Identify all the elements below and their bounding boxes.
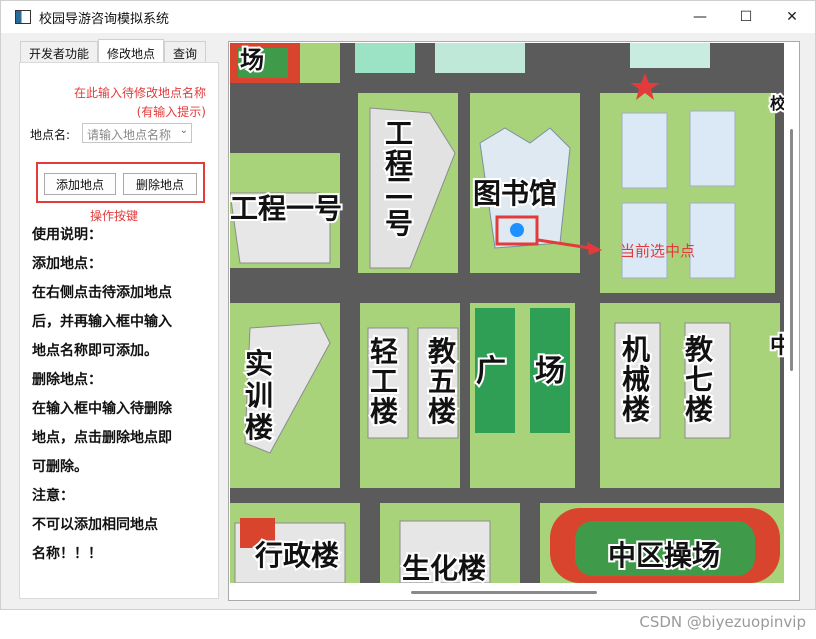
help-line: 在输入框中输入待删除 [32, 401, 172, 417]
watermark: CSDN @biyezuopinvip [639, 613, 806, 631]
map-label-library: 图书馆 [473, 177, 557, 210]
modify-place-panel: 在此输入待修改地点名称 (有输入提示) 地点名: 请输入地点名称 ⌄ 添加地点 … [19, 62, 219, 599]
map-label-mech-1: 机 [622, 333, 650, 366]
map-label-square-2: 场 [535, 354, 565, 389]
map-label-training-3: 楼 [245, 411, 273, 444]
app-window: 校园导游咨询模拟系统 — ☐ ✕ 开发者功能 修改地点 查询 在此输入待修改地点… [0, 0, 816, 610]
window-title: 校园导游咨询模拟系统 [39, 11, 170, 27]
map-label-admin: 行政楼 [254, 539, 339, 572]
map-label-engineering2-3: 二 [385, 172, 413, 205]
help-line: 地点名称即可添加。 [32, 343, 158, 359]
usage-instructions: 使用说明： 添加地点： 在右侧点击待添加地点 后，并再输入框中输入 地点名称即可… [32, 221, 212, 569]
map-label-teach5-2: 五 [428, 365, 456, 398]
horizontal-scroll-thumb[interactable] [411, 591, 597, 594]
input-hint-annotation: 在此输入待修改地点名称 (有输入提示) [73, 86, 206, 119]
campus-map-view[interactable]: 场 工程一号 工 程 二 号 图书馆 实 训 楼 轻 工 楼 教 五 楼 广 场… [228, 41, 800, 601]
vertical-scroll-thumb[interactable] [790, 129, 793, 371]
map-label-teach7-3: 楼 [685, 393, 713, 426]
minimize-button[interactable]: — [677, 1, 723, 33]
title-bar[interactable]: 校园导游咨询模拟系统 — ☐ ✕ [1, 1, 815, 33]
selected-point-marker [510, 223, 524, 237]
map-label-engineering2-1: 工 [385, 117, 413, 150]
help-line: 删除地点： [32, 372, 102, 388]
tab-query[interactable]: 查询 [164, 41, 207, 63]
help-line: 添加地点： [32, 256, 102, 272]
add-place-button[interactable]: 添加地点 [44, 173, 116, 195]
campus-map[interactable]: 场 工程一号 工 程 二 号 图书馆 实 训 楼 轻 工 楼 教 五 楼 广 场… [230, 43, 784, 583]
help-line: 在右侧点击待添加地点 [32, 285, 172, 301]
help-line: 不可以添加相同地点 [32, 517, 158, 533]
vertical-scrollbar[interactable] [784, 43, 798, 583]
help-line: 后，并再输入框中输入 [32, 314, 172, 330]
app-icon [15, 10, 31, 24]
map-label-light-1: 轻 [370, 335, 398, 368]
buttons-highlight-box: 添加地点 删除地点 [36, 162, 205, 203]
map-label-teach5-1: 教 [428, 335, 456, 368]
map-label-field: 场 [240, 46, 264, 74]
map-label-training-2: 训 [245, 379, 273, 412]
map-label-teach5-3: 楼 [428, 395, 456, 428]
map-label-edge2: 中 [770, 334, 784, 359]
help-line: 注意： [32, 488, 74, 504]
tab-bar: 开发者功能 修改地点 查询 [20, 39, 207, 63]
close-button[interactable]: ✕ [769, 1, 815, 33]
map-label-training-1: 实 [245, 347, 273, 380]
map-label-teach7-2: 七 [685, 363, 713, 396]
map-label-square-1: 广 [476, 354, 506, 389]
delete-place-button[interactable]: 删除地点 [123, 173, 197, 195]
place-name-placeholder: 请输入地点名称 [87, 128, 172, 142]
map-label-middle-field: 中区操场 [608, 539, 720, 572]
help-line: 可删除。 [32, 459, 88, 475]
map-label-mech-3: 楼 [622, 393, 650, 426]
help-line: 名称！！！ [32, 546, 102, 562]
help-line: 地点，点击删除地点即 [32, 430, 172, 446]
map-label-engineering1: 工程一号 [230, 192, 342, 225]
place-name-combobox[interactable]: 请输入地点名称 ⌄ [82, 123, 192, 143]
map-label-light-2: 工 [370, 365, 398, 398]
tab-modify-place[interactable]: 修改地点 [98, 39, 165, 63]
help-line: 使用说明： [32, 227, 102, 243]
map-label-light-3: 楼 [370, 395, 398, 428]
map-label-engineering2-4: 号 [385, 207, 413, 240]
maximize-button[interactable]: ☐ [723, 1, 769, 33]
place-name-label: 地点名: [30, 128, 71, 142]
tab-developer[interactable]: 开发者功能 [20, 41, 99, 63]
map-label-teach7-1: 教 [685, 333, 713, 366]
map-label-mech-2: 械 [622, 363, 650, 396]
map-label-biochem: 生化楼 [402, 552, 486, 583]
map-label-edge: 校 [770, 94, 784, 113]
chevron-down-icon[interactable]: ⌄ [180, 125, 188, 136]
selected-point-annotation: 当前选中点 [620, 242, 695, 260]
